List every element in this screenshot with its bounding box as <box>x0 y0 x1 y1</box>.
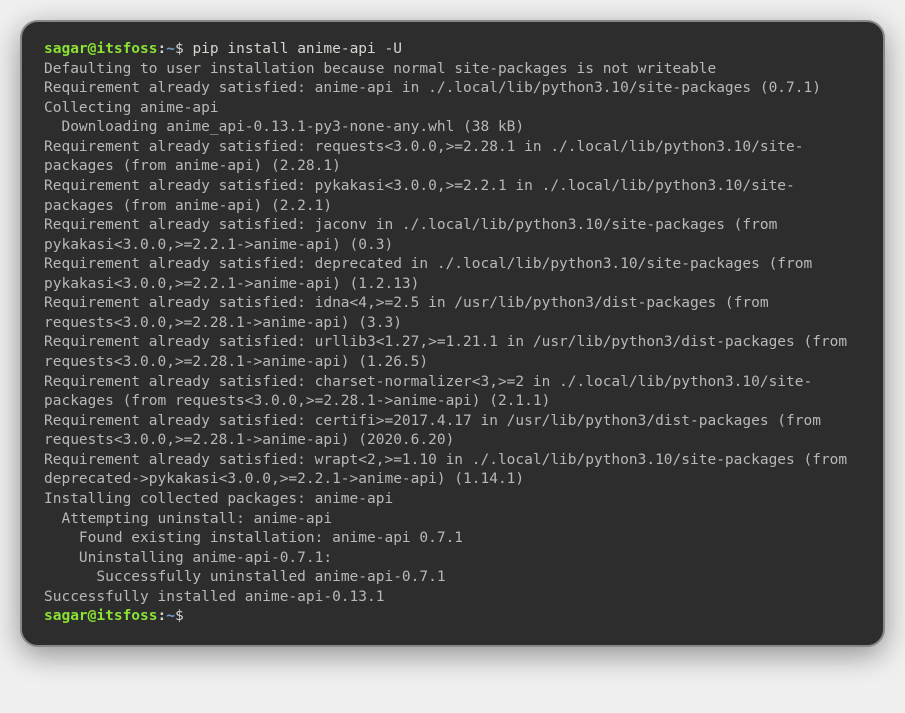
output-line: Installing collected packages: anime-api <box>44 490 861 510</box>
prompt-dollar: $ <box>175 608 184 624</box>
output-line: Uninstalling anime-api-0.7.1: <box>44 549 861 569</box>
output-line: Requirement already satisfied: urllib3<1… <box>44 333 861 372</box>
prompt-separator: : <box>158 608 167 624</box>
prompt-line: sagar@itsfoss:~$ pip install anime-api -… <box>44 40 861 60</box>
prompt-path: ~ <box>166 608 175 624</box>
output-line: Attempting uninstall: anime-api <box>44 510 861 530</box>
output-line: Requirement already satisfied: anime-api… <box>44 79 861 99</box>
output-line: Requirement already satisfied: pykakasi<… <box>44 177 861 216</box>
output-line: Successfully uninstalled anime-api-0.7.1 <box>44 568 861 588</box>
output-line: Requirement already satisfied: jaconv in… <box>44 216 861 255</box>
terminal-window[interactable]: sagar@itsfoss:~$ pip install anime-api -… <box>20 20 885 647</box>
output-line: Downloading anime_api-0.13.1-py3-none-an… <box>44 118 861 138</box>
output-line: Requirement already satisfied: wrapt<2,>… <box>44 451 861 490</box>
prompt-user: sagar@itsfoss <box>44 608 158 624</box>
command-text: pip install anime-api -U <box>192 41 402 57</box>
output-line: Requirement already satisfied: deprecate… <box>44 255 861 294</box>
output-line: Successfully installed anime-api-0.13.1 <box>44 588 861 608</box>
prompt-path: ~ <box>166 41 175 57</box>
prompt-separator: : <box>158 41 167 57</box>
output-line: Found existing installation: anime-api 0… <box>44 529 861 549</box>
prompt-line-empty: sagar@itsfoss:~$ <box>44 607 861 627</box>
output-line: Collecting anime-api <box>44 99 861 119</box>
output-line: Requirement already satisfied: idna<4,>=… <box>44 294 861 333</box>
output-line: Requirement already satisfied: certifi>=… <box>44 412 861 451</box>
prompt-user: sagar@itsfoss <box>44 41 158 57</box>
output-line: Requirement already satisfied: charset-n… <box>44 373 861 412</box>
prompt-dollar: $ <box>175 41 184 57</box>
output-line: Defaulting to user installation because … <box>44 60 861 80</box>
output-line: Requirement already satisfied: requests<… <box>44 138 861 177</box>
